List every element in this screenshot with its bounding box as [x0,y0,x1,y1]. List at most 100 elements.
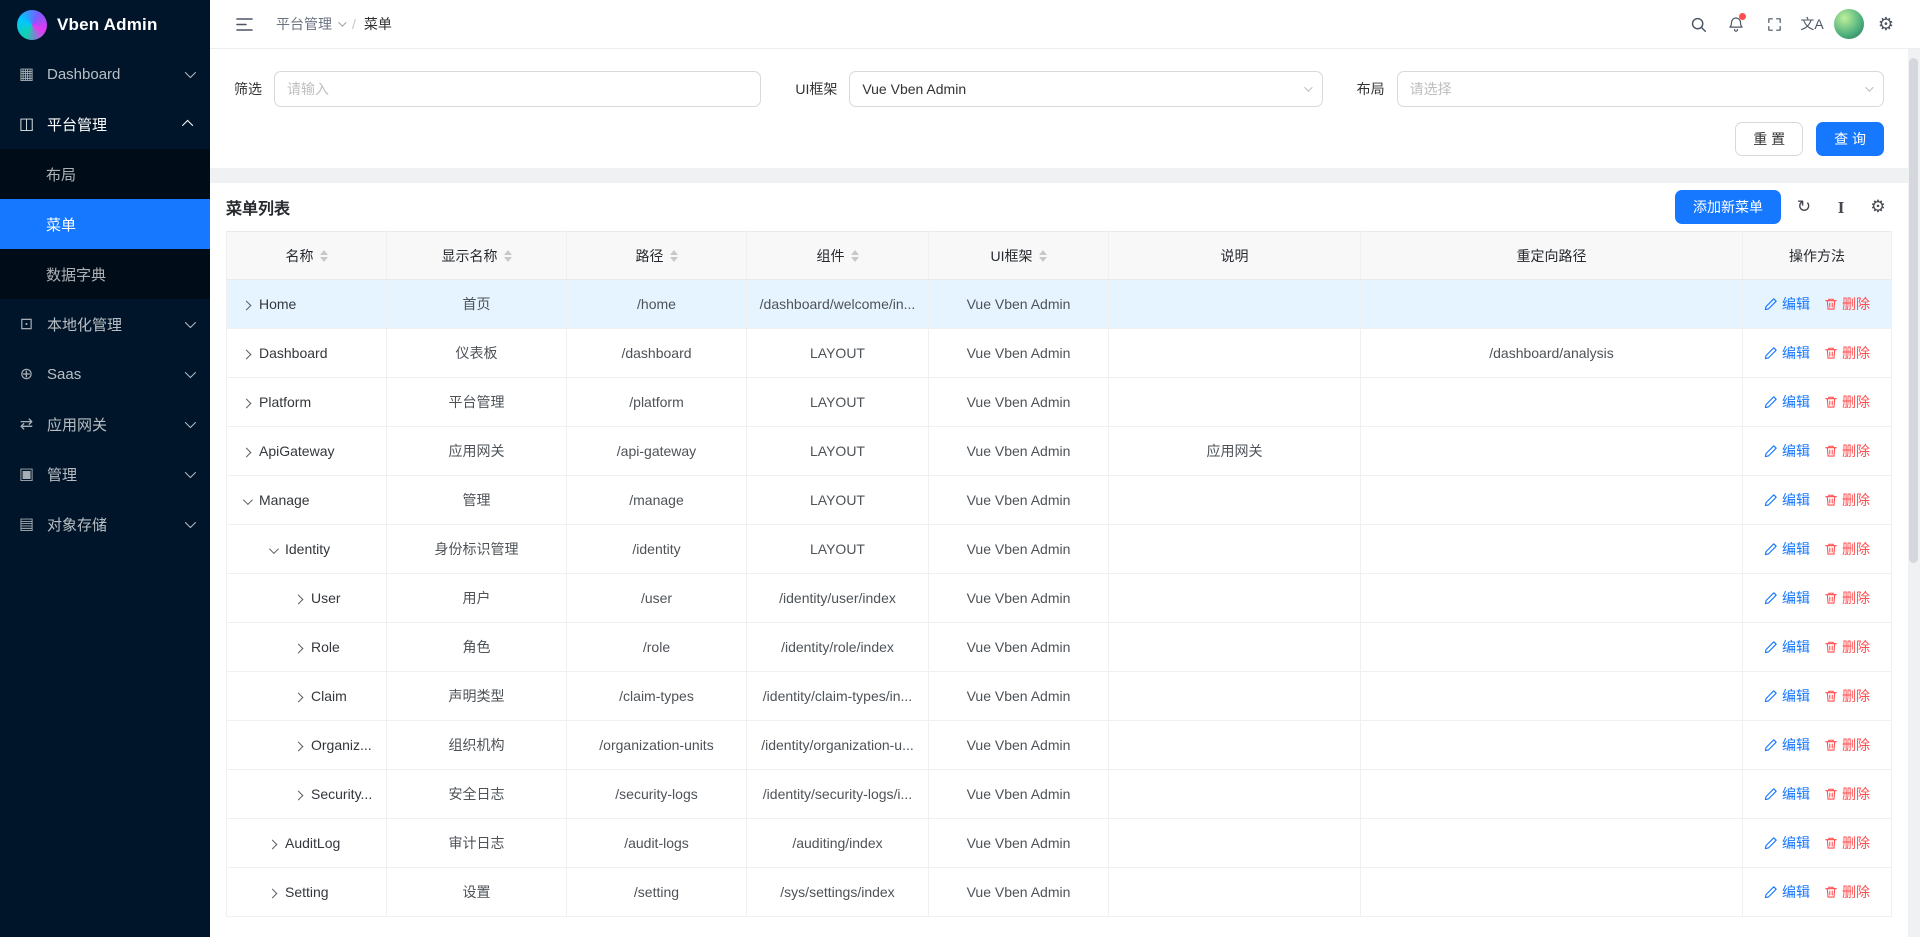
search-button[interactable] [1682,8,1714,40]
sidebar-subitem[interactable]: 布局 [0,149,210,199]
expand-closed-icon[interactable] [294,791,304,801]
expand-closed-icon[interactable] [268,840,278,850]
expand-closed-icon[interactable] [268,889,278,899]
delete-button[interactable]: 删除 [1824,294,1870,314]
notifications-button[interactable] [1720,8,1752,40]
filter-input[interactable] [274,71,761,107]
filter-label: 筛选 [234,79,262,99]
edit-button[interactable]: 编辑 [1764,588,1810,608]
row-component: LAYOUT [747,378,929,427]
column-header[interactable]: 路径 [567,232,747,280]
sidebar-subitem[interactable]: 菜单 [0,199,210,249]
delete-button[interactable]: 删除 [1824,882,1870,902]
column-header[interactable]: UI框架 [929,232,1109,280]
table-toolbar: 菜单列表 添加新菜单 ↻ I ⚙ [226,183,1892,231]
app-logo[interactable]: Vben Admin [0,0,210,49]
expand-closed-icon[interactable] [294,595,304,605]
sidebar-item-saas[interactable]: ⊕Saas [0,349,210,399]
delete-button[interactable]: 删除 [1824,735,1870,755]
layout-select[interactable]: 请选择 [1397,71,1884,107]
row-name: ApiGateway [259,443,334,459]
edit-button[interactable]: 编辑 [1764,686,1810,706]
edit-button[interactable]: 编辑 [1764,441,1810,461]
column-settings-icon[interactable]: ⚙ [1864,193,1892,221]
delete-button[interactable]: 删除 [1824,833,1870,853]
delete-button[interactable]: 删除 [1824,490,1870,510]
delete-button[interactable]: 删除 [1824,784,1870,804]
sidebar-item-storage[interactable]: ▤对象存储 [0,499,210,549]
edit-button[interactable]: 编辑 [1764,539,1810,559]
expand-closed-icon[interactable] [242,399,252,409]
table-row[interactable]: Claim声明类型/claim-types/identity/claim-typ… [227,672,1892,721]
breadcrumb-root[interactable]: 平台管理 [276,14,344,34]
delete-button[interactable]: 删除 [1824,539,1870,559]
delete-button[interactable]: 删除 [1824,686,1870,706]
settings-button[interactable]: ⚙ [1870,8,1902,40]
sort-icon[interactable] [320,250,328,262]
sidebar-subitem[interactable]: 数据字典 [0,249,210,299]
column-header[interactable]: 显示名称 [387,232,567,280]
framework-select[interactable]: Vue Vben Admin [849,71,1322,107]
table-row[interactable]: Platform平台管理/platformLAYOUTVue Vben Admi… [227,378,1892,427]
edit-button[interactable]: 编辑 [1764,637,1810,657]
sidebar-item-localization[interactable]: ⊡本地化管理 [0,299,210,349]
vertical-scrollbar[interactable] [1909,52,1918,933]
table-row[interactable]: Dashboard仪表板/dashboardLAYOUTVue Vben Adm… [227,329,1892,378]
row-height-icon[interactable]: I [1827,193,1855,221]
edit-button[interactable]: 编辑 [1764,882,1810,902]
table-row[interactable]: Role角色/role/identity/role/indexVue Vben … [227,623,1892,672]
query-button[interactable]: 查 询 [1816,122,1884,156]
expand-closed-icon[interactable] [242,448,252,458]
sidebar-item-manage[interactable]: ▣管理 [0,449,210,499]
sidebar-item-platform[interactable]: ◫平台管理 [0,99,210,149]
breadcrumb-separator: / [352,16,356,32]
sidebar-toggle-button[interactable] [228,8,260,40]
menu-fold-icon [236,17,253,32]
sidebar-item-dashboard[interactable]: ▦Dashboard [0,49,210,99]
expand-closed-icon[interactable] [242,350,252,360]
expand-closed-icon[interactable] [242,301,252,311]
sort-icon[interactable] [504,250,512,262]
language-button[interactable]: 文A [1796,8,1828,40]
delete-button[interactable]: 删除 [1824,588,1870,608]
sidebar-item-gateway[interactable]: ⇄应用网关 [0,399,210,449]
edit-button[interactable]: 编辑 [1764,833,1810,853]
sort-icon[interactable] [670,250,678,262]
table-row[interactable]: User用户/user/identity/user/indexVue Vben … [227,574,1892,623]
table-row[interactable]: AuditLog审计日志/audit-logs/auditing/indexVu… [227,819,1892,868]
sort-icon[interactable] [851,250,859,262]
expand-closed-icon[interactable] [294,742,304,752]
table-row[interactable]: Manage管理/manageLAYOUTVue Vben Admin编辑删除 [227,476,1892,525]
fullscreen-button[interactable] [1758,8,1790,40]
column-header[interactable]: 组件 [747,232,929,280]
edit-button[interactable]: 编辑 [1764,784,1810,804]
table-row[interactable]: Home首页/home/dashboard/welcome/in...Vue V… [227,280,1892,329]
delete-button[interactable]: 删除 [1824,637,1870,657]
avatar[interactable] [1834,9,1864,39]
delete-button[interactable]: 删除 [1824,441,1870,461]
delete-icon [1824,542,1838,556]
edit-button[interactable]: 编辑 [1764,343,1810,363]
expand-open-icon[interactable] [269,544,279,554]
row-redirect [1361,476,1743,525]
edit-button[interactable]: 编辑 [1764,392,1810,412]
reset-button[interactable]: 重 置 [1735,122,1803,156]
table-row[interactable]: Setting设置/setting/sys/settings/indexVue … [227,868,1892,917]
edit-button[interactable]: 编辑 [1764,735,1810,755]
table-row[interactable]: ApiGateway应用网关/api-gatewayLAYOUTVue Vben… [227,427,1892,476]
expand-closed-icon[interactable] [294,693,304,703]
delete-button[interactable]: 删除 [1824,343,1870,363]
sort-icon[interactable] [1039,250,1047,262]
expand-closed-icon[interactable] [294,644,304,654]
table-row[interactable]: Security...安全日志/security-logs/identity/s… [227,770,1892,819]
column-header[interactable]: 名称 [227,232,387,280]
expand-open-icon[interactable] [243,495,253,505]
edit-button[interactable]: 编辑 [1764,294,1810,314]
refresh-icon[interactable]: ↻ [1790,193,1818,221]
add-menu-button[interactable]: 添加新菜单 [1675,190,1781,224]
table-row[interactable]: Identity身份标识管理/identityLAYOUTVue Vben Ad… [227,525,1892,574]
scrollbar-thumb[interactable] [1909,58,1918,563]
delete-button[interactable]: 删除 [1824,392,1870,412]
table-row[interactable]: Organiz...组织机构/organization-units/identi… [227,721,1892,770]
edit-button[interactable]: 编辑 [1764,490,1810,510]
